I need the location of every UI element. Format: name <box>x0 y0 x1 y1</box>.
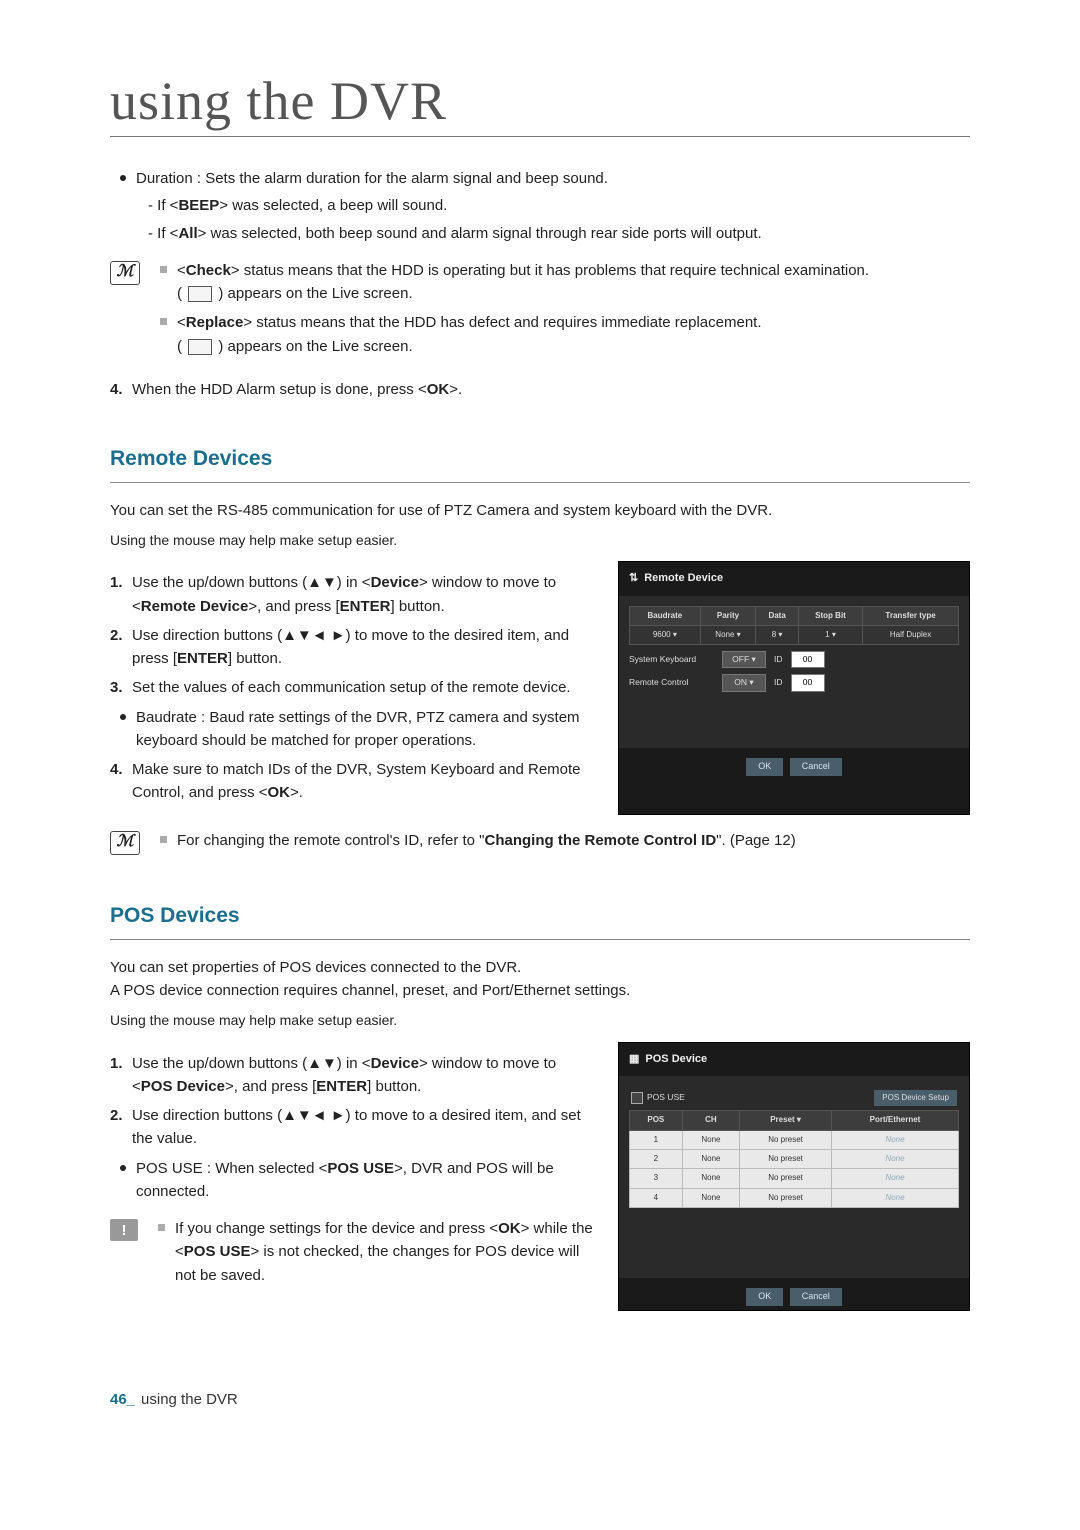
pos-step-1: 1. Use the up/down buttons (▲▼) in <Devi… <box>110 1052 598 1099</box>
pos-use-checkbox[interactable]: POS USE <box>631 1091 685 1104</box>
remote-step-1: 1. Use the up/down buttons (▲▼) in <Devi… <box>110 571 598 618</box>
pos-intro-1: You can set properties of POS devices co… <box>110 956 970 979</box>
mouse-hint-1: Using the mouse may help make setup easi… <box>110 530 970 552</box>
rc-dropdown[interactable]: ON ▾ <box>722 674 766 691</box>
remote-step-4: 4. Make sure to match IDs of the DVR, Sy… <box>110 758 598 805</box>
note-check: <Check> status means that the HDD is ope… <box>160 259 970 306</box>
pos-table: POS CH Preset ▾ Port/Ethernet 1NoneNo pr… <box>629 1110 959 1208</box>
system-keyboard-row[interactable]: System Keyboard OFF ▾ ID 00 <box>629 651 959 668</box>
section-remote-devices: Remote Devices <box>110 443 970 483</box>
page-title: using the DVR <box>110 70 970 137</box>
ok-button[interactable]: OK <box>746 1288 783 1306</box>
pos-device-setup-button[interactable]: POS Device Setup <box>874 1090 957 1106</box>
sys-kbd-id[interactable]: 00 <box>791 651 825 668</box>
page-footer: 46_using the DVR <box>110 1391 970 1408</box>
sub-all: - If <All> was selected, both beep sound… <box>148 222 970 245</box>
sys-kbd-dropdown[interactable]: OFF ▾ <box>722 651 766 668</box>
table-row[interactable]: 2NoneNo presetNone <box>630 1149 959 1168</box>
remote-baudrate-note: Baudrate : Baud rate settings of the DVR… <box>110 706 598 753</box>
remote-device-screenshot: ⇅Remote Device Baudrate Parity Data Stop… <box>618 561 970 814</box>
ok-button[interactable]: OK <box>746 758 783 776</box>
table-row[interactable]: 1NoneNo presetNone <box>630 1130 959 1149</box>
cancel-button[interactable]: Cancel <box>790 1288 842 1306</box>
table-row[interactable]: 3NoneNo presetNone <box>630 1169 959 1188</box>
remote-step-2: 2. Use direction buttons (▲▼◄ ►) to move… <box>110 624 598 671</box>
bullet-duration: Duration : Sets the alarm duration for t… <box>110 167 970 190</box>
note-icon: ℳ <box>110 831 140 855</box>
sub-beep: - If <BEEP> was selected, a beep will so… <box>148 194 970 217</box>
pos-intro-2: A POS device connection requires channel… <box>110 979 970 1002</box>
remote-icon: ⇅ <box>629 570 638 587</box>
warning-icon: ! <box>110 1219 138 1241</box>
section-pos-devices: POS Devices <box>110 900 970 940</box>
remote-step-3: 3. Set the values of each communication … <box>110 676 598 699</box>
pos-device-screenshot: ▦POS Device POS USE POS Device Setup POS… <box>618 1042 970 1311</box>
rc-id[interactable]: 00 <box>791 674 825 691</box>
note-replace: <Replace> status means that the HDD has … <box>160 311 970 358</box>
note-icon: ℳ <box>110 261 140 285</box>
table-row[interactable]: 4NoneNo presetNone <box>630 1188 959 1207</box>
pos-icon: ▦ <box>629 1051 639 1068</box>
remote-intro: You can set the RS-485 communication for… <box>110 499 970 522</box>
remote-control-row[interactable]: Remote Control ON ▾ ID 00 <box>629 674 959 691</box>
step-4-hdd: 4. When the HDD Alarm setup is done, pre… <box>110 378 970 401</box>
mouse-hint-2: Using the mouse may help make setup easi… <box>110 1010 970 1032</box>
cancel-button[interactable]: Cancel <box>790 758 842 776</box>
remote-id-note: For changing the remote control's ID, re… <box>160 829 970 852</box>
pos-use-note: POS USE : When selected <POS USE>, DVR a… <box>110 1157 598 1204</box>
hdd-check-icon <box>188 286 212 302</box>
pos-step-2: 2. Use direction buttons (▲▼◄ ►) to move… <box>110 1104 598 1151</box>
pos-warning: If you change settings for the device an… <box>158 1217 598 1287</box>
hdd-replace-icon <box>188 339 212 355</box>
remote-comm-table: Baudrate Parity Data Stop Bit Transfer t… <box>629 606 959 646</box>
